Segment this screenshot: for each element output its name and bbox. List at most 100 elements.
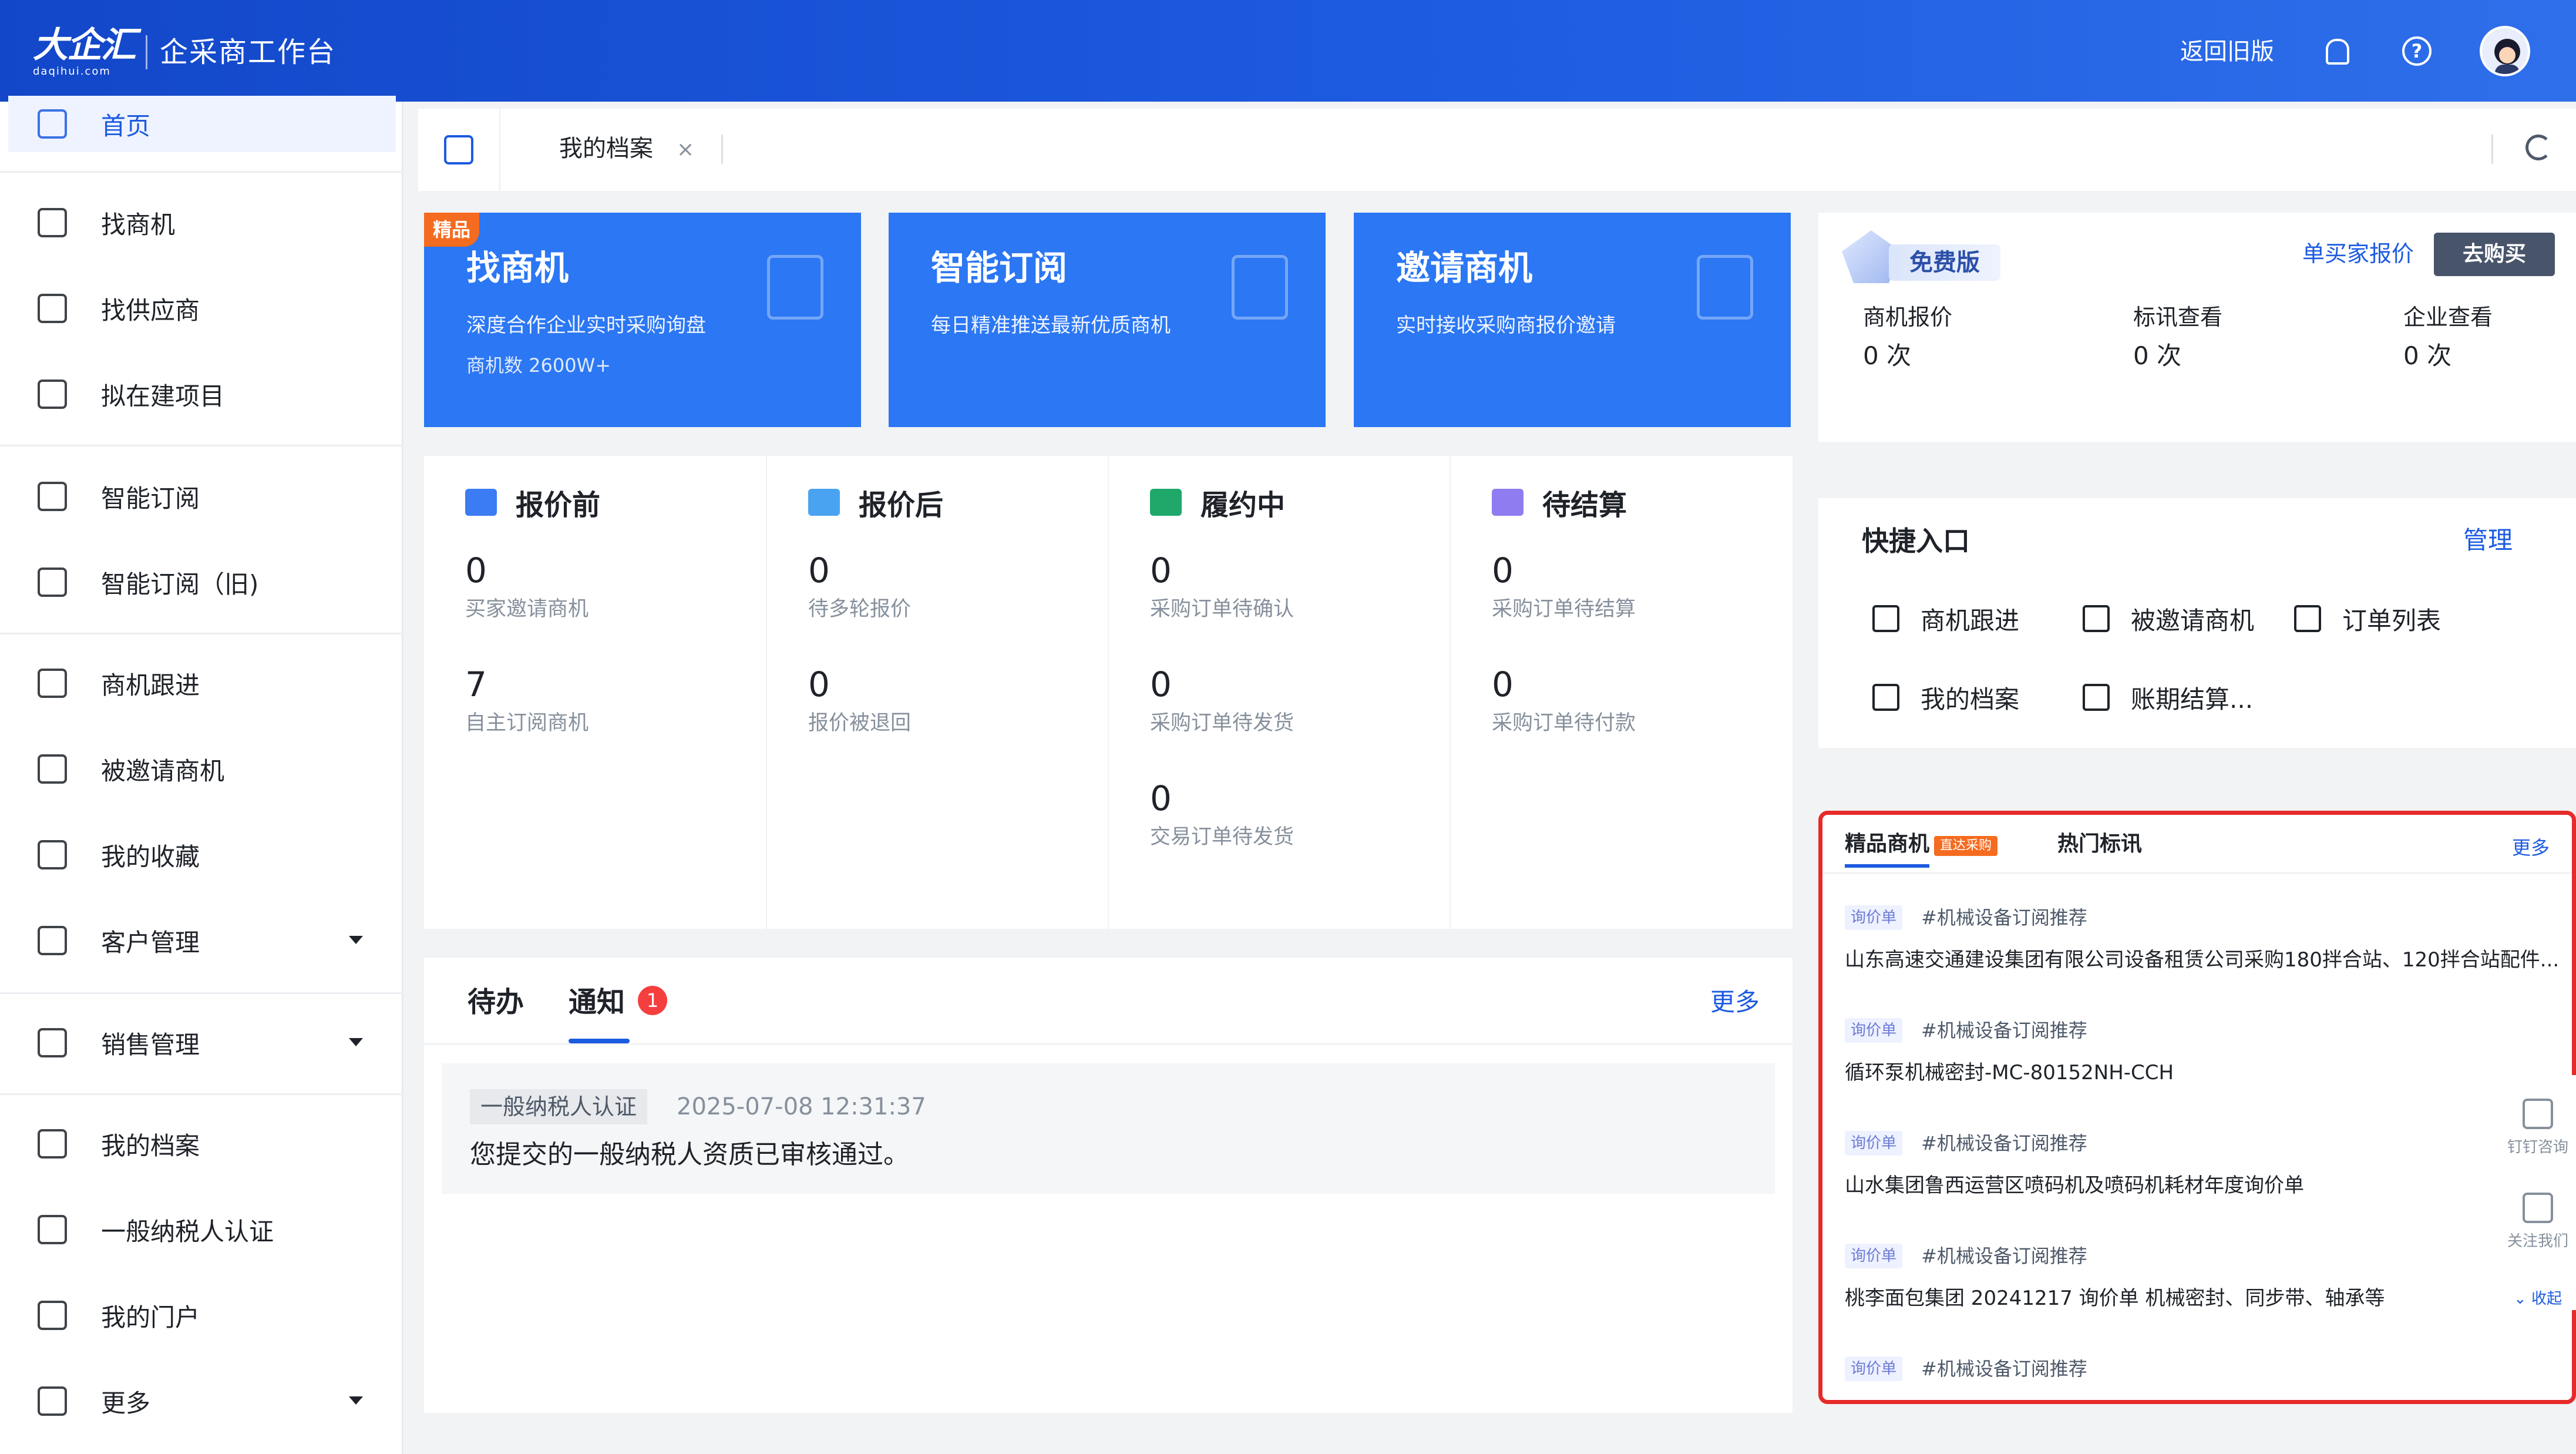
truck-icon	[1150, 489, 1182, 516]
opportunity-title: 山东高速交通建设集团有限公司设备租赁公司采购180拌合站、120拌合站配件...	[1845, 948, 2560, 972]
single-buyer-quote-link[interactable]: 单买家报价	[2302, 236, 2414, 271]
building-icon	[1697, 255, 1753, 320]
sidebar-item-smart-subscribe[interactable]: 智能订阅	[8, 468, 396, 525]
sidebar-item-find-supplier[interactable]: 找供应商	[8, 280, 396, 337]
stat-value[interactable]: 0	[1492, 664, 1514, 705]
sidebar-item-projects[interactable]: 拟在建项目	[8, 366, 396, 422]
stat-label: 采购订单待确认	[1150, 597, 1294, 621]
todo-notice-panel: 待办 通知 1 更多 一般纳税人认证 2025-07-08 12:31:37 您…	[424, 958, 1793, 1413]
users-icon	[38, 926, 67, 955]
feature-card-invite[interactable]: 邀请商机 实时接收采购商报价邀请	[1354, 213, 1791, 427]
quick-item-invited[interactable]: 被邀请商机	[2083, 598, 2254, 639]
sidebar-item-follow-up[interactable]: 商机跟进	[8, 655, 396, 711]
sidebar-item-smart-subscribe-old[interactable]: 智能订阅（旧)	[8, 554, 396, 610]
stat-label: 报价被退回	[808, 711, 912, 735]
list-item[interactable]: 询价单 #机械设备订阅推荐 桃李面包集团 20241217 询价单 机械密封、同…	[1845, 1233, 2561, 1339]
back-old-version-link[interactable]: 返回旧版	[2180, 34, 2274, 69]
folder-icon	[1492, 489, 1524, 516]
quick-item-label: 我的档案	[1921, 684, 2020, 714]
feature-card-find-opportunity[interactable]: 精品 找商机 深度合作企业实时采购询盘 商机数 2600W+	[424, 213, 861, 427]
card-title: 智能订阅	[931, 248, 1068, 288]
feature-card-smart-subscribe[interactable]: 智能订阅 每日精准推送最新优质商机	[889, 213, 1326, 427]
tab-todo[interactable]: 待办	[468, 979, 524, 1026]
tab-notice[interactable]: 通知	[569, 979, 625, 1026]
tab-divider	[2491, 135, 2493, 164]
dingtalk-consult-button[interactable]: 钉钉咨询	[2500, 1099, 2576, 1157]
sidebar-divider	[0, 992, 403, 994]
stat-value[interactable]: 0	[1150, 664, 1172, 705]
sidebar-item-label: 找供应商	[101, 295, 200, 325]
logo-divider	[146, 35, 147, 69]
stat-value[interactable]: 0	[1150, 778, 1172, 819]
sidebar-item-label: 我的档案	[101, 1131, 200, 1160]
membership-card: 免费版 单买家报价 去购买 商机报价 0 次 标讯查看 0 次 企业查看 0 次	[1818, 213, 2576, 442]
sidebar-item-my-profile[interactable]: 我的档案	[8, 1116, 396, 1172]
sidebar-item-home[interactable]: 首页	[8, 96, 396, 152]
quick-item-my-profile[interactable]: 我的档案	[1872, 677, 2019, 718]
stat-value[interactable]: 0	[1150, 550, 1172, 591]
sidebar-item-invited[interactable]: 被邀请商机	[8, 741, 396, 797]
home-icon	[444, 135, 473, 164]
quick-item-settlement[interactable]: 账期结算...	[2083, 677, 2253, 718]
metric-value: 0 次	[2403, 341, 2452, 370]
list-item[interactable]: 询价单 #机械设备订阅推荐 山东高速交通建设集团有限公司设备租赁公司采购180拌…	[1845, 895, 2561, 1000]
notice-item[interactable]: 一般纳税人认证 2025-07-08 12:31:37 您提交的一般纳税人资质已…	[442, 1063, 1775, 1194]
brand-logo[interactable]: 大企汇 daqihui.com	[33, 25, 144, 78]
manage-link[interactable]: 管理	[2463, 523, 2513, 558]
sidebar-item-favorites[interactable]: 我的收藏	[8, 827, 396, 883]
inquiry-tag: 询价单	[1845, 1356, 1903, 1381]
user-avatar[interactable]	[2480, 26, 2530, 76]
document-icon	[1232, 255, 1288, 320]
stats-header: 报价后	[808, 482, 943, 523]
quick-item-follow-up[interactable]: 商机跟进	[1872, 598, 2019, 639]
metric-label: 标讯查看	[2133, 304, 2223, 330]
refresh-icon[interactable]	[2525, 135, 2551, 160]
stat-value[interactable]: 0	[808, 550, 830, 591]
inquiry-tag: 询价单	[1845, 1244, 1903, 1268]
sidebar-item-customers[interactable]: 客户管理	[8, 912, 396, 969]
stat-label: 采购订单待发货	[1150, 711, 1294, 735]
tab-hot-tenders[interactable]: 热门标讯	[2057, 827, 2142, 862]
stat-value[interactable]: 0	[808, 664, 830, 705]
bell-icon[interactable]	[2326, 39, 2349, 65]
notice-more-link[interactable]: 更多	[1710, 985, 1760, 1020]
sidebar-item-sales[interactable]: 销售管理	[8, 1015, 396, 1071]
list-item[interactable]: 询价单 #机械设备订阅推荐 山水集团鲁西运营区喷码机及喷码机耗材年度询价单	[1845, 1120, 2561, 1226]
category: #机械设备订阅推荐	[1921, 1132, 2087, 1154]
premium-more-link[interactable]: 更多	[2512, 831, 2550, 864]
stats-title: 报价前	[516, 489, 601, 522]
metric-value: 0 次	[2133, 341, 2182, 370]
list-item[interactable]: 询价单 #机械设备订阅推荐 循环泵机械密封-MC-80152NH-CCH	[1845, 1008, 2561, 1113]
sidebar-item-taxpayer[interactable]: 一般纳税人认证	[8, 1201, 396, 1258]
sidebar-item-portal[interactable]: 我的门户	[8, 1287, 396, 1344]
tab-home[interactable]	[418, 109, 500, 191]
robot-icon	[38, 568, 67, 597]
buy-button[interactable]: 去购买	[2434, 233, 2555, 276]
active-tab-indicator	[569, 1039, 630, 1043]
help-icon[interactable]: ?	[2402, 36, 2432, 66]
stats-title: 报价后	[859, 489, 944, 522]
notice-count-badge: 1	[638, 986, 667, 1015]
stats-column-fulfilling: 履约中 0 采购订单待确认 0 采购订单待发货 0 交易订单待发货	[1108, 456, 1450, 929]
stat-value[interactable]: 7	[465, 664, 487, 705]
sidebar-item-label: 客户管理	[101, 928, 200, 957]
tab-my-profile[interactable]: 我的档案	[559, 131, 653, 166]
stat-value[interactable]: 0	[1492, 550, 1514, 591]
follow-us-button[interactable]: 关注我们	[2500, 1193, 2576, 1251]
sidebar-item-more[interactable]: 更多	[8, 1373, 396, 1429]
stat-label: 买家邀请商机	[465, 597, 589, 621]
tab-premium-opportunities[interactable]: 精品商机	[1845, 827, 1929, 862]
order-stats-panel: 报价前 0 买家邀请商机 7 自主订阅商机 报价后 0 待多轮报价 0 报价被退…	[424, 456, 1793, 929]
card-title: 找商机	[466, 248, 569, 288]
collapse-button[interactable]: ⌄ 收起	[2500, 1287, 2576, 1308]
qrcode-icon	[2523, 1193, 2553, 1223]
sidebar-item-label: 智能订阅	[101, 483, 200, 513]
list-icon	[38, 1028, 67, 1057]
quick-item-orders[interactable]: 订单列表	[2294, 598, 2441, 639]
list-item[interactable]: 询价单 #机械设备订阅推荐 中粮包装投资有限公司 20241217 询价单 三角…	[1845, 1346, 2561, 1400]
sidebar-item-find-opportunity[interactable]: 找商机	[8, 194, 396, 251]
tab-bar: 我的档案 ×	[418, 109, 2576, 191]
close-icon[interactable]: ×	[677, 133, 694, 166]
stat-value[interactable]: 0	[465, 550, 487, 591]
quick-item-label: 订单列表	[2342, 606, 2442, 635]
